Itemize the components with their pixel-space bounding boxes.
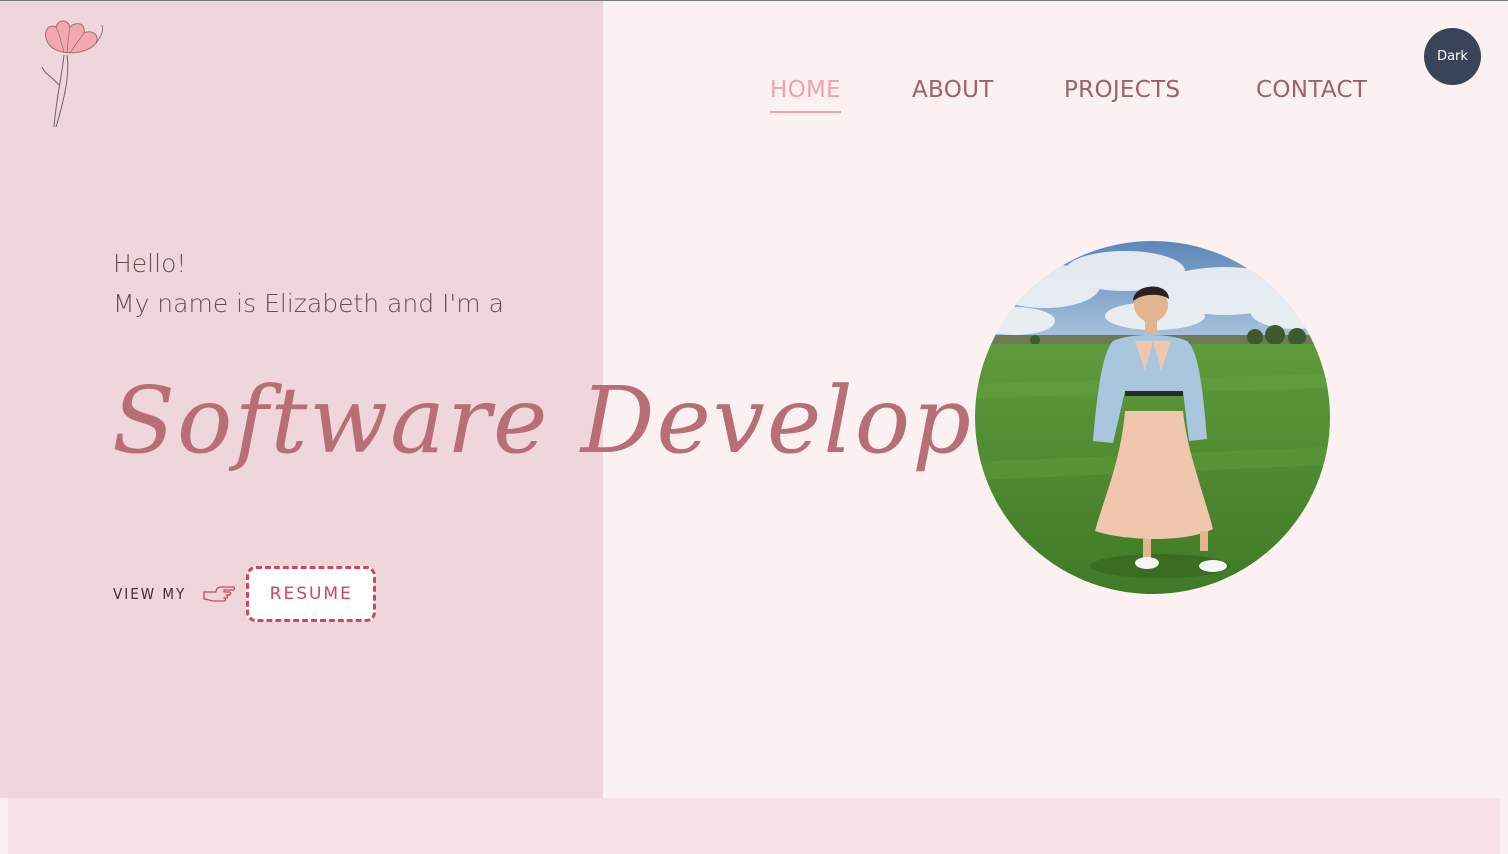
nav-active-underline (770, 111, 841, 113)
dark-mode-toggle[interactable]: Dark (1424, 28, 1481, 85)
nav-home-label: HOME (770, 77, 841, 103)
nav-about-label: ABOUT (912, 77, 994, 103)
view-my-label: VIEW MY (113, 585, 187, 603)
greeting-line-1: Hello! (113, 249, 187, 278)
role-title: Software Developer (112, 367, 1076, 474)
main-nav: HOME ABOUT PROJECTS CONTACT (0, 77, 1508, 117)
resume-row: VIEW MY RESUME (113, 563, 377, 625)
page: HOME ABOUT PROJECTS CONTACT Dark Hello! … (0, 0, 1508, 854)
nav-about[interactable]: ABOUT (912, 77, 994, 103)
pointing-hand-icon (202, 583, 236, 605)
nav-contact-label: CONTACT (1256, 77, 1368, 103)
dark-mode-toggle-label: Dark (1437, 49, 1468, 64)
nav-projects-label: PROJECTS (1064, 77, 1181, 103)
hero-greeting: Hello! My name is Elizabeth and I'm a (113, 244, 504, 324)
resume-button-label: RESUME (269, 584, 353, 604)
nav-contact[interactable]: CONTACT (1256, 77, 1367, 103)
profile-photo (975, 241, 1330, 594)
nav-home[interactable]: HOME (770, 77, 841, 113)
resume-button[interactable]: RESUME (246, 566, 377, 622)
greeting-line-2: My name is Elizabeth and I'm a (113, 289, 504, 318)
bottom-strip (8, 798, 1500, 854)
nav-projects[interactable]: PROJECTS (1064, 77, 1180, 103)
